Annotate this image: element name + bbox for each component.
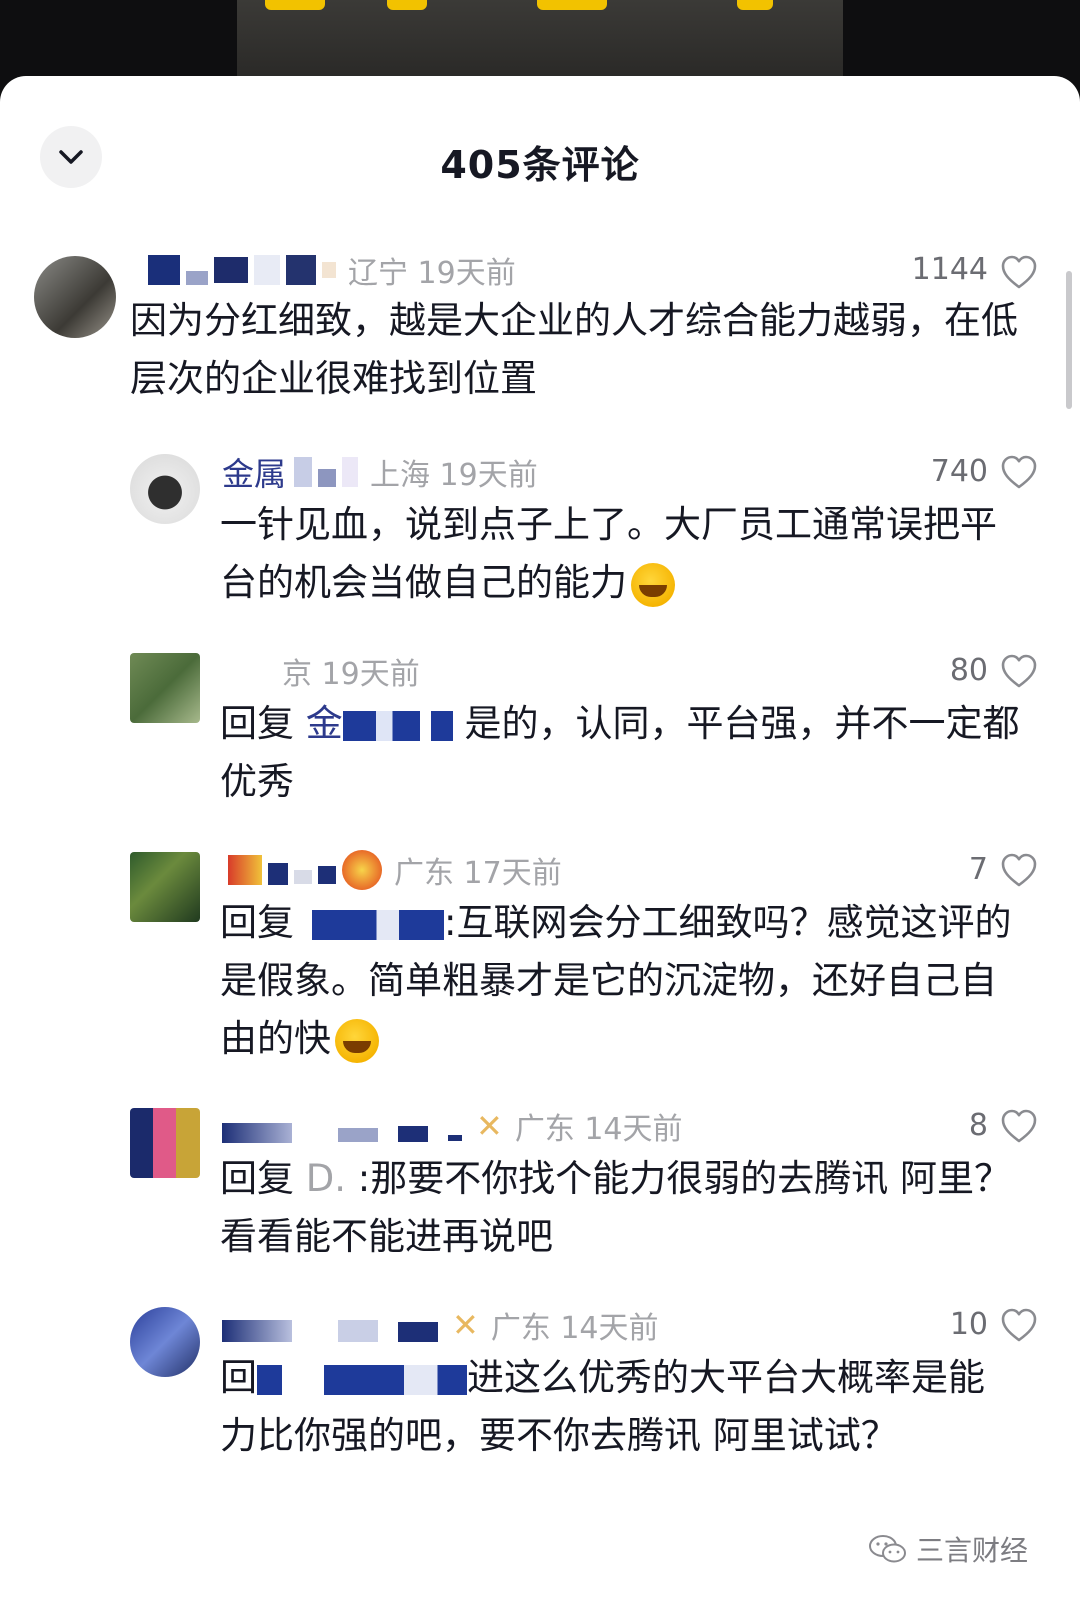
comment-text: 一针见血，说到点子上了。大厂员工通常误把平台的机会当做自己的能力	[220, 496, 1020, 612]
comment-text: 回复 D. :那要不你找个能力很弱的去腾讯 阿里？看看能不能进再说吧	[220, 1150, 1020, 1266]
location-time: 辽宁 19天前	[348, 256, 516, 291]
comment-text: 回进这么优秀的大平台大概率是能力比你强的吧，要不你去腾讯 阿里试试？	[220, 1349, 1020, 1465]
reply-prefix: 回	[220, 1356, 257, 1399]
avatar[interactable]	[130, 852, 200, 922]
username-blurred[interactable]	[222, 1305, 438, 1345]
comment-meta: ✕ 广东 14天前	[222, 1305, 659, 1346]
location-time: 广东 14天前	[514, 1112, 683, 1147]
mention-blurred[interactable]	[294, 909, 444, 940]
wechat-icon	[868, 1535, 906, 1563]
video-frame	[237, 0, 843, 78]
reply-prefix: 回复	[220, 1157, 294, 1200]
location-time: 广东 17天前	[394, 856, 562, 891]
comment-meta: 辽宁 19天前	[148, 250, 516, 291]
comment-text: 回复:互联网会分工细致吗？感觉这评的是假象。简单粗暴才是它的沉淀物，还好自己自由…	[220, 894, 1020, 1068]
reply-prefix: 回复	[220, 702, 294, 745]
badge-icon: ✕	[476, 1107, 503, 1145]
like-count: 740	[930, 454, 988, 489]
comment-meta: ✕ 广东 14天前	[222, 1106, 683, 1147]
heart-outline-icon[interactable]	[1000, 254, 1038, 290]
heart-outline-icon[interactable]	[1000, 454, 1038, 490]
watermark-text: 三言财经	[915, 1534, 1028, 1567]
comments-sheet: 405条评论 辽宁 19天前 1144 因为分红细致，越是大企业的人才综合能力越…	[0, 76, 1080, 1599]
video-caption-fragment	[537, 0, 607, 10]
reply-prefix: 回复	[220, 901, 294, 944]
mention-blurred[interactable]	[257, 1364, 467, 1395]
comment-body: 一针见血，说到点子上了。大厂员工通常误把平台的机会当做自己的能力	[220, 503, 997, 604]
like-count: 1144	[911, 252, 988, 287]
username-blurred[interactable]	[222, 1106, 462, 1146]
avatar[interactable]	[130, 653, 200, 723]
comment-meta: 广东 17天前	[228, 850, 562, 891]
like-count: 80	[949, 653, 988, 688]
avatar[interactable]	[130, 1307, 200, 1377]
video-caption-fragment	[265, 0, 325, 10]
mention-partial[interactable]: D.	[306, 1157, 346, 1200]
video-caption-fragment	[737, 0, 773, 10]
username-partial[interactable]: 金属	[222, 449, 286, 495]
avatar[interactable]	[130, 1108, 200, 1178]
badge-icon: ✕	[452, 1306, 479, 1344]
video-caption-fragment	[387, 0, 427, 10]
heart-outline-icon[interactable]	[1000, 653, 1038, 689]
avatar[interactable]	[130, 454, 200, 524]
avatar[interactable]	[34, 256, 116, 338]
like-count: 8	[968, 1108, 988, 1143]
laugh-cry-emoji-icon	[631, 562, 675, 607]
watermark: 三言财经	[868, 1529, 1028, 1569]
heart-outline-icon[interactable]	[1000, 1108, 1038, 1144]
username-blurred[interactable]	[148, 250, 336, 290]
comment-body: 因为分红细致，越是大企业的人才综合能力越弱，在低层次的企业很难找到位置	[130, 299, 1018, 400]
heart-outline-icon[interactable]	[1000, 852, 1038, 888]
username-blurred[interactable]	[228, 850, 382, 890]
username-blurred[interactable]	[294, 452, 359, 492]
like-count: 7	[968, 852, 988, 887]
location-time: 上海 19天前	[370, 458, 538, 493]
location-time: 京 19天前	[282, 657, 420, 692]
mention-partial[interactable]: 金	[306, 702, 343, 745]
heart-outline-icon[interactable]	[1000, 1307, 1038, 1343]
comment-text: 因为分红细致，越是大企业的人才综合能力越弱，在低层次的企业很难找到位置	[130, 292, 1020, 408]
mention-blurred[interactable]	[342, 710, 453, 741]
laugh-cry-emoji-icon	[335, 1018, 379, 1063]
comment-count-title: 405条评论	[440, 143, 640, 187]
comment-meta: 金属 上海 19天前	[222, 449, 538, 495]
like-count: 10	[949, 1307, 988, 1342]
comment-meta: 京 19天前	[282, 651, 420, 692]
comment-text: 回复 金 是的，认同，平台强，并不一定都优秀	[220, 695, 1020, 811]
scrollbar[interactable]	[1066, 271, 1072, 409]
location-time: 广东 14天前	[490, 1311, 659, 1346]
